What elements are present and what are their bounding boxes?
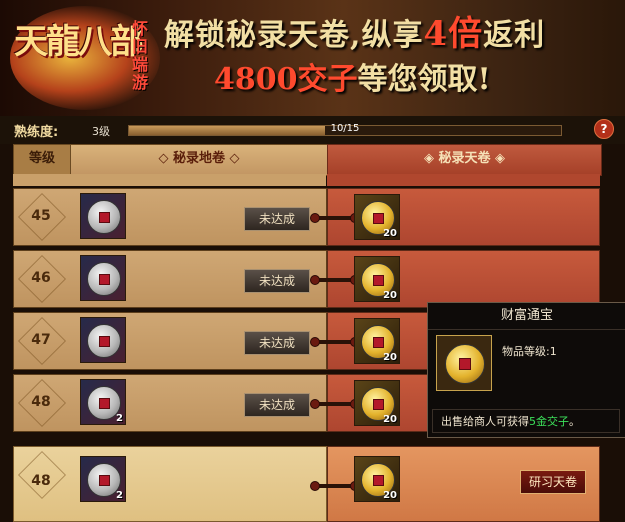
slogan-1-big: 4倍: [423, 14, 484, 54]
item-count: 2: [116, 490, 123, 501]
item-count: 20: [383, 490, 397, 501]
unachieved-button[interactable]: 未达成: [244, 331, 310, 355]
row-grade: 48: [13, 446, 69, 520]
unachieved-button[interactable]: 未达成: [244, 269, 310, 293]
di-juan-reward-slot[interactable]: 2: [80, 379, 126, 425]
sell-suffix: 。: [569, 415, 580, 428]
tooltip-item-level: 物品等级:1: [502, 345, 557, 358]
tian-juan-reward-slot[interactable]: 20: [354, 380, 400, 426]
row-grade: 48: [13, 374, 69, 430]
row-grade: 47: [13, 312, 69, 368]
coin-icon: [87, 324, 121, 358]
unachieved-button[interactable]: 未达成: [244, 393, 310, 417]
coin-icon: [445, 344, 485, 384]
slogan-2-big: 4800交子: [214, 62, 358, 97]
di-juan-reward-slot[interactable]: [80, 193, 126, 239]
row-grade: 45: [13, 188, 69, 244]
reward-row: 45 未达成 20: [13, 188, 600, 246]
study-tian-juan-button[interactable]: 研习天卷: [520, 470, 586, 494]
proficiency-bar: 熟练度: 3级 10/15 ?: [0, 116, 625, 144]
column-header-grade: 等级: [13, 144, 71, 176]
tooltip-sell-info: 出售给商人可获得5金交子。: [432, 409, 620, 433]
tian-juan-reward-slot[interactable]: 20: [354, 256, 400, 302]
sell-prefix: 出售给商人可获得: [441, 415, 529, 428]
proficiency-progress-track: 10/15: [128, 123, 562, 136]
current-level-row: 48 2 20 研习天卷: [13, 446, 600, 522]
tian-juan-reward-slot[interactable]: 20: [354, 456, 400, 502]
item-count: 2: [116, 413, 123, 424]
item-count: 20: [383, 228, 397, 239]
di-juan-reward-slot[interactable]: [80, 317, 126, 363]
list-top-edge: [13, 174, 600, 186]
sell-value: 5金交子: [529, 415, 569, 428]
chain-link-icon: [310, 481, 360, 491]
chain-link-icon: [310, 275, 360, 285]
item-count: 20: [383, 290, 397, 301]
item-count: 20: [383, 352, 397, 363]
di-juan-reward-slot[interactable]: [80, 255, 126, 301]
tian-juan-reward-slot[interactable]: 20: [354, 194, 400, 240]
tian-juan-reward-slot[interactable]: 20: [354, 318, 400, 364]
tooltip-item-slot: [436, 335, 492, 391]
chain-link-icon: [310, 399, 360, 409]
slogan-line-1: 解锁秘录天卷,纵享4倍返利: [164, 6, 545, 55]
row-grade: 46: [13, 250, 69, 306]
proficiency-level: 3级: [92, 125, 110, 138]
column-header-di-juan: ◇ 秘录地卷 ◇: [70, 144, 328, 176]
promo-banner[interactable]: 天龍八部 怀旧端游 解锁秘录天卷,纵享4倍返利 4800交子等您领取!: [0, 0, 625, 116]
item-tooltip: 财富通宝 物品等级:1 出售给商人可获得5金交子。: [427, 302, 625, 438]
chain-link-icon: [310, 213, 360, 223]
slogan-line-2: 4800交子等您领取!: [214, 54, 491, 98]
unachieved-button[interactable]: 未达成: [244, 207, 310, 231]
reward-row: 46 未达成 20: [13, 250, 600, 308]
coin-icon: [87, 200, 121, 234]
proficiency-progress-text: 10/15: [330, 123, 360, 134]
help-icon[interactable]: ?: [594, 119, 614, 139]
di-juan-reward-slot[interactable]: 2: [80, 456, 126, 502]
coin-icon: [87, 262, 121, 296]
slogan-1-a: 解锁秘录天卷,纵享: [164, 18, 424, 53]
item-count: 20: [383, 414, 397, 425]
column-header-tian-juan: ◈ 秘录天卷 ◈: [327, 144, 602, 176]
game-logo: 天龍八部: [14, 22, 144, 62]
chain-link-icon: [310, 337, 360, 347]
proficiency-label: 熟练度:: [14, 125, 59, 140]
slogan-1-b: 返利: [483, 18, 546, 53]
slogan-2-b: 等您领取!: [357, 62, 491, 97]
game-logo-subtitle: 怀旧端游: [132, 19, 149, 92]
tooltip-title: 财富通宝: [428, 303, 625, 330]
